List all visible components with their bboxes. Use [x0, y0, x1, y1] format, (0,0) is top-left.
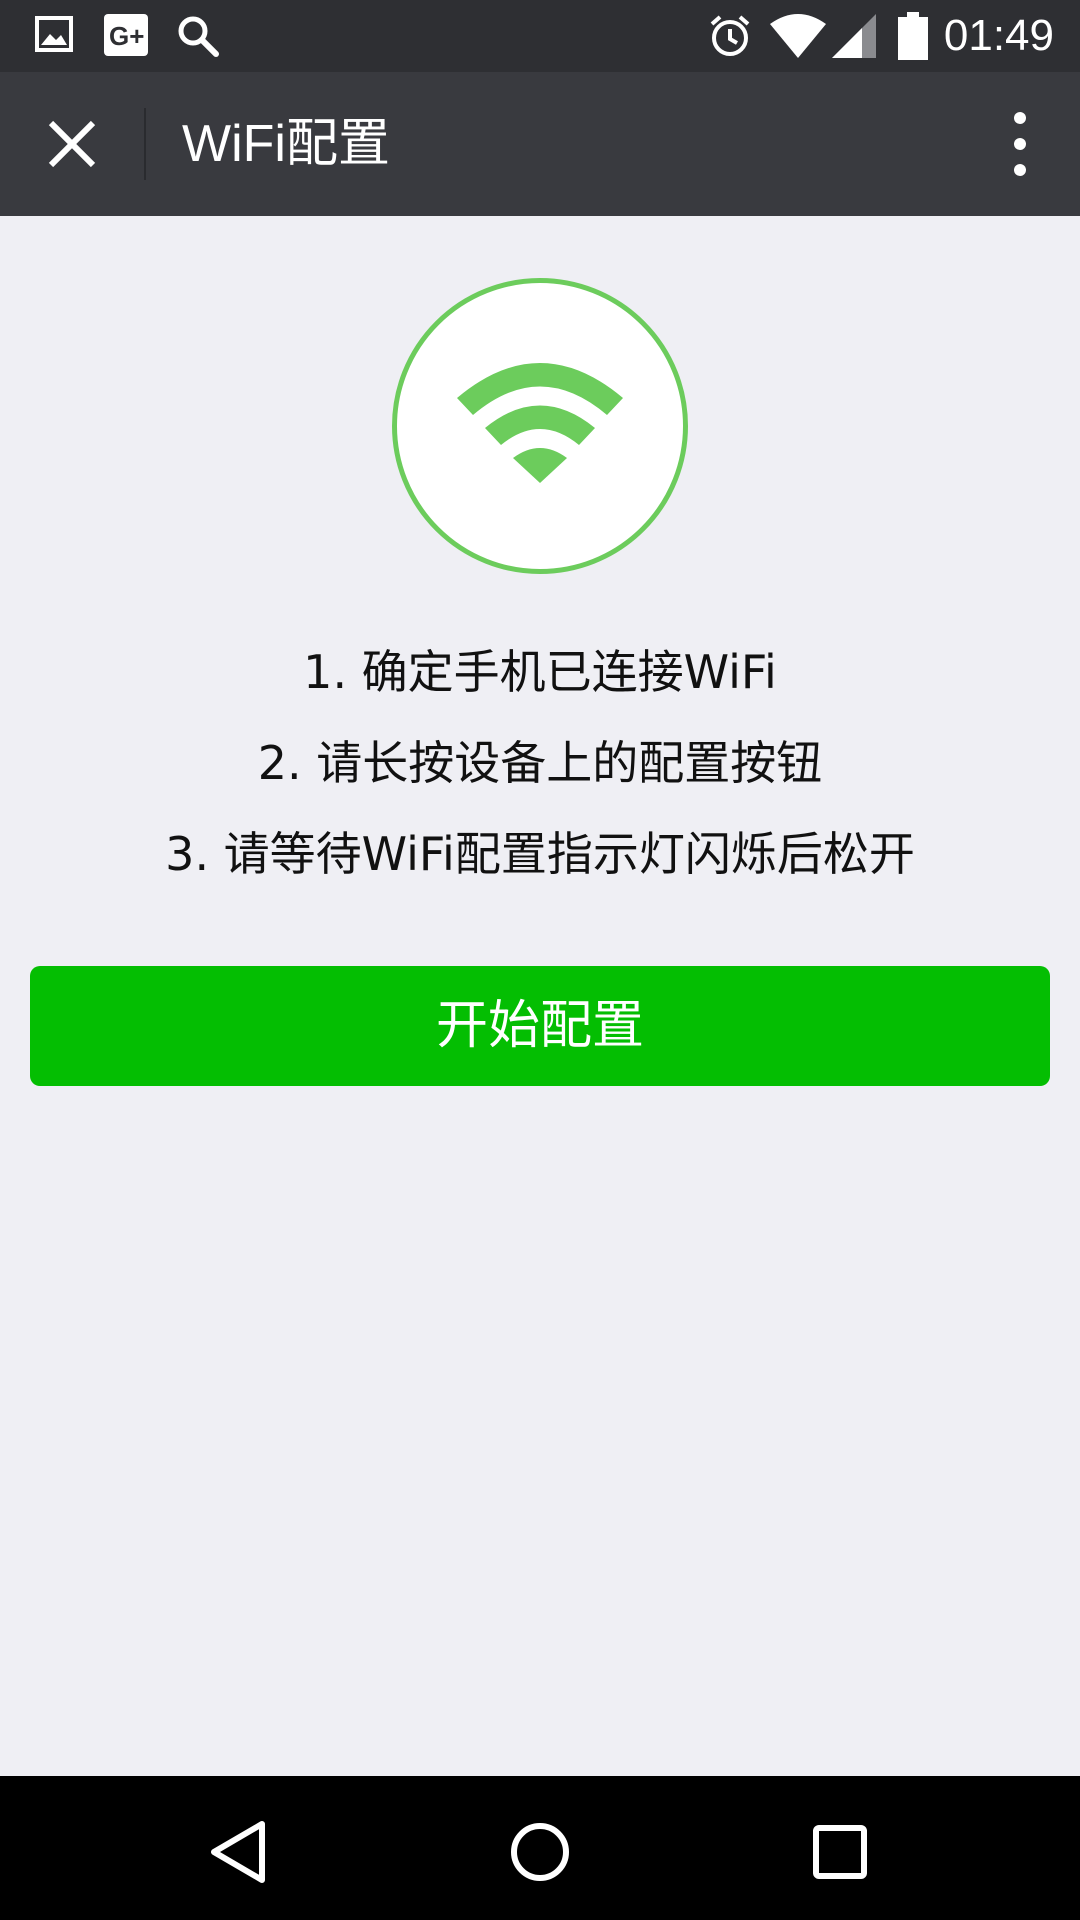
search-icon [176, 14, 220, 62]
status-time: 01:49 [943, 11, 1054, 60]
instruction-step-3: 3. 请等待WiFi配置指示灯闪烁后松开 [165, 827, 915, 881]
instruction-step-2: 2. 请长按设备上的配置按钮 [257, 736, 823, 790]
wifi-hero [392, 278, 688, 574]
start-config-button[interactable]: 开始配置 [30, 966, 1050, 1086]
close-icon [24, 120, 120, 196]
google-plus-icon: G+ [104, 14, 148, 60]
back-icon [200, 1821, 280, 1896]
alarm-icon [706, 12, 754, 64]
status-bar: G+ 01:49 [0, 0, 1080, 72]
recents-button[interactable] [800, 1812, 880, 1892]
page-title: WiFi配置 [182, 115, 390, 173]
wifi-signal-icon [770, 14, 826, 62]
more-button[interactable] [984, 96, 1056, 192]
action-bar: WiFi配置 [0, 72, 1080, 216]
home-icon [500, 1823, 580, 1896]
image-icon [34, 14, 74, 58]
back-button[interactable] [200, 1812, 280, 1892]
header-divider [144, 108, 146, 180]
more-vertical-icon [984, 112, 1056, 196]
svg-text:G+: G+ [109, 21, 144, 51]
recents-icon [800, 1825, 880, 1896]
instruction-step-1: 1. 确定手机已连接WiFi [303, 645, 777, 699]
cell-signal-icon [832, 14, 876, 62]
close-button[interactable] [24, 96, 120, 192]
home-button[interactable] [500, 1812, 580, 1892]
battery-icon [898, 12, 928, 64]
instruction-list: 1. 确定手机已连接WiFi 2. 请长按设备上的配置按钮 3. 请等待WiFi… [0, 640, 1080, 913]
navigation-bar [0, 1776, 1080, 1920]
screen: G+ 01:49 WiFi配置 1. 确定手机已连接WiFi 2. 请长按设备上… [0, 0, 1080, 1920]
